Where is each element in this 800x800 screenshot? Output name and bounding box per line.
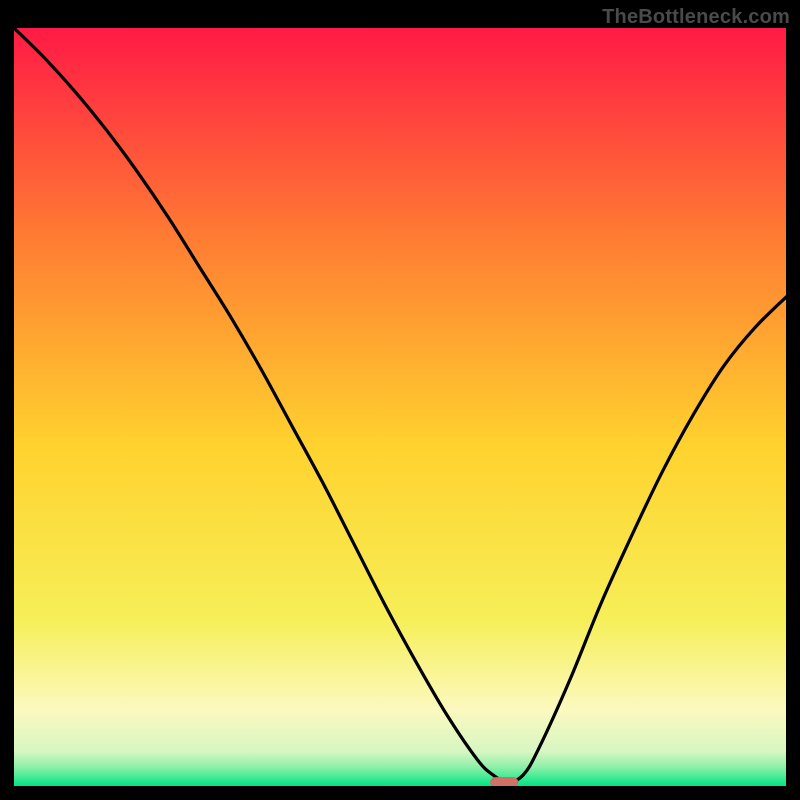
- gradient-background: [14, 28, 786, 786]
- watermark-text: TheBottleneck.com: [602, 6, 790, 29]
- chart-svg: [14, 28, 786, 786]
- chart-stage: TheBottleneck.com: [0, 0, 800, 800]
- minimum-marker: [491, 778, 518, 786]
- plot-area: [14, 28, 786, 786]
